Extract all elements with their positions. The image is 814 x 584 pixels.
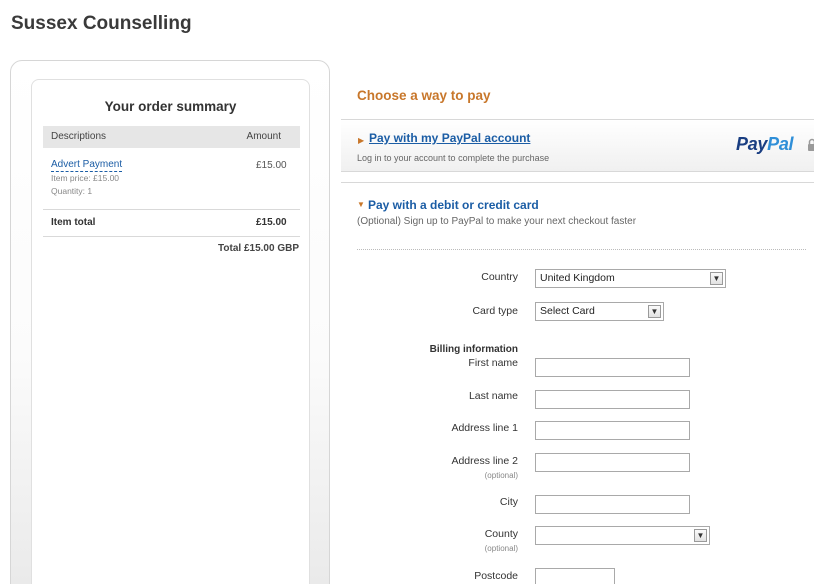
order-summary-card: Your order summary Descriptions Amount A… [31,79,310,584]
order-summary-title: Your order summary [104,99,237,114]
county-label: County [484,528,518,540]
paypal-logo-pay: Pay [736,134,768,154]
country-select-value: United Kingdom [540,272,615,284]
first-name-field[interactable] [535,358,690,377]
divider [43,209,300,210]
arrow-right-icon: ▶ [358,136,365,145]
county-select[interactable]: ▼ [535,526,710,545]
postcode-field[interactable] [535,568,615,584]
item-name-link[interactable]: Advert Payment [51,159,123,172]
paypal-option[interactable]: ▶ Pay with my PayPal account Log in to y… [341,119,814,172]
country-select[interactable]: United Kingdom ▼ [535,269,726,288]
choose-payment-title: Choose a way to pay [357,88,491,103]
address-line-1-field[interactable] [535,421,690,440]
item-amount: £15.00 [256,160,287,171]
merchant-name: Sussex Counselling [11,13,192,34]
county-optional-note: (optional) [484,544,518,553]
card-type-label: Card type [472,305,518,317]
paypal-logo-pal: Pal [767,134,794,154]
column-descriptions: Descriptions [51,131,107,142]
order-summary-panel: Your order summary Descriptions Amount A… [10,60,330,584]
chevron-down-icon[interactable]: ▼ [694,529,707,542]
pay-with-card-heading[interactable]: Pay with a debit or credit card [368,198,539,212]
column-amount: Amount [246,131,281,142]
address-line-2-label: Address line 2 [451,455,518,467]
dotted-divider [357,249,806,250]
billing-information-heading: Billing information [429,344,518,355]
item-total-amount: £15.00 [256,217,287,228]
divider [43,236,300,237]
item-price: Item price: £15.00 [51,173,120,183]
address-line-2-field[interactable] [535,453,690,472]
address-line-2-optional-note: (optional) [484,471,518,480]
country-label: Country [481,271,518,283]
chevron-down-icon[interactable]: ▼ [648,305,661,318]
card-option-subtitle: (Optional) Sign up to PayPal to make you… [357,216,637,227]
grand-total: Total £15.00 GBP [218,243,299,254]
lock-icon [808,138,814,151]
first-name-label: First name [468,357,518,369]
section-divider [341,182,814,183]
paypal-option-subtitle: Log in to your account to complete the p… [357,153,550,163]
item-total-label: Item total [51,217,96,228]
city-label: City [499,496,518,508]
city-field[interactable] [535,495,690,514]
summary-table-header: Descriptions Amount [43,126,300,148]
pay-with-paypal-link[interactable]: Pay with my PayPal account [369,131,530,145]
item-quantity: Quantity: 1 [51,186,93,196]
last-name-field[interactable] [535,390,690,409]
address-line-1-label: Address line 1 [451,422,518,434]
last-name-label: Last name [468,390,518,402]
arrow-down-icon: ▼ [357,200,365,209]
card-type-select-value: Select Card [540,305,595,317]
chevron-down-icon[interactable]: ▼ [710,272,723,285]
paypal-logo: PayPal [736,134,794,155]
postcode-label: Postcode [474,570,518,582]
card-type-select[interactable]: Select Card ▼ [535,302,664,321]
